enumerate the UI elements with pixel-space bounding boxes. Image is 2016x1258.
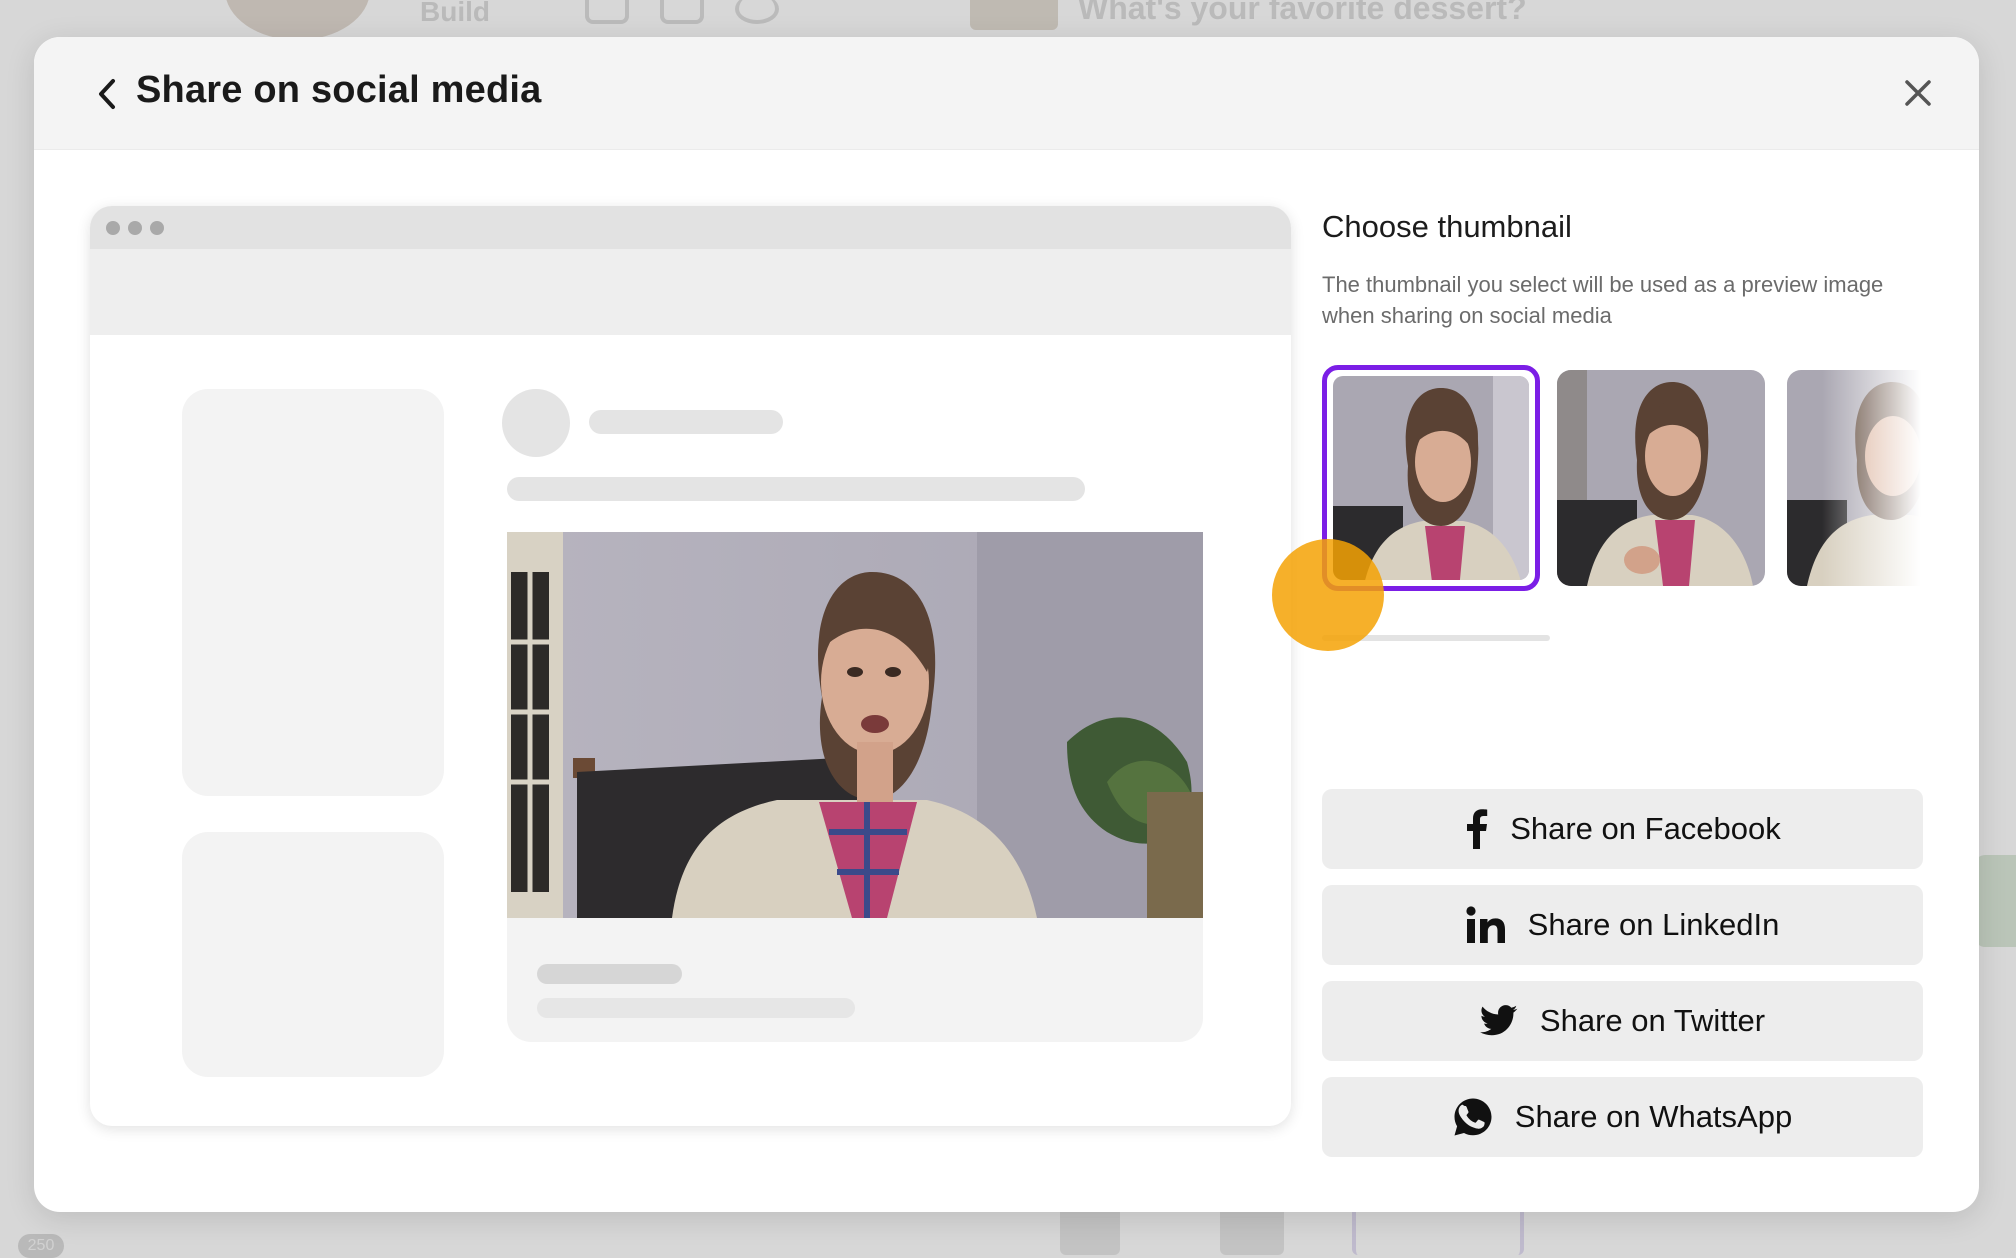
share-facebook-label: Share on Facebook [1510,811,1781,846]
thumbnail-image [1787,370,1930,586]
thumbnail-option-3[interactable] [1782,365,1930,591]
choose-thumbnail-heading: Choose thumbnail [1322,209,1572,244]
share-facebook-button[interactable]: Share on Facebook [1322,789,1923,869]
window-dot [128,221,142,235]
share-modal: Share on social media Choose thumbnail T… [34,37,1979,1212]
window-dot [106,221,120,235]
thumbnail-image [1333,376,1529,580]
share-whatsapp-label: Share on WhatsApp [1514,1099,1793,1134]
twitter-icon [1479,1005,1518,1036]
chevron-left-icon [99,79,115,109]
skeleton-post-caption [537,998,855,1018]
skeleton-post-name [589,410,783,434]
preview-address-bar [90,249,1291,335]
close-icon [1905,80,1931,106]
thumbnail-option-2[interactable] [1552,365,1770,591]
facebook-icon [1467,809,1488,849]
thumbnail-image [1557,370,1765,586]
click-indicator [1272,539,1384,651]
modal-header: Share on social media [34,37,1979,150]
close-button[interactable] [1895,70,1941,116]
share-linkedin-label: Share on LinkedIn [1527,907,1780,942]
post-preview-card [507,532,1203,1042]
modal-title: Share on social media [136,69,542,111]
skeleton-side-card [182,832,444,1077]
skeleton-post-avatar [502,389,570,457]
skeleton-side-card [182,389,444,796]
window-dot [150,221,164,235]
share-linkedin-button[interactable]: Share on LinkedIn [1322,885,1923,965]
share-whatsapp-button[interactable]: Share on WhatsApp [1322,1077,1923,1157]
share-twitter-button[interactable]: Share on Twitter [1322,981,1923,1061]
share-preview-window [90,206,1291,1126]
share-buttons: Share on Facebook Share on LinkedIn Shar… [1322,789,1923,1173]
preview-titlebar [90,206,1291,249]
thumbnail-carousel[interactable] [1322,365,1930,595]
back-button[interactable] [84,71,130,117]
post-video-thumbnail [507,532,1203,918]
choose-thumbnail-description: The thumbnail you select will be used as… [1322,272,1884,328]
linkedin-icon [1466,906,1505,943]
share-twitter-label: Share on Twitter [1539,1003,1766,1038]
skeleton-post-text [507,477,1085,501]
skeleton-post-caption [537,964,682,984]
whatsapp-icon [1454,1098,1492,1136]
